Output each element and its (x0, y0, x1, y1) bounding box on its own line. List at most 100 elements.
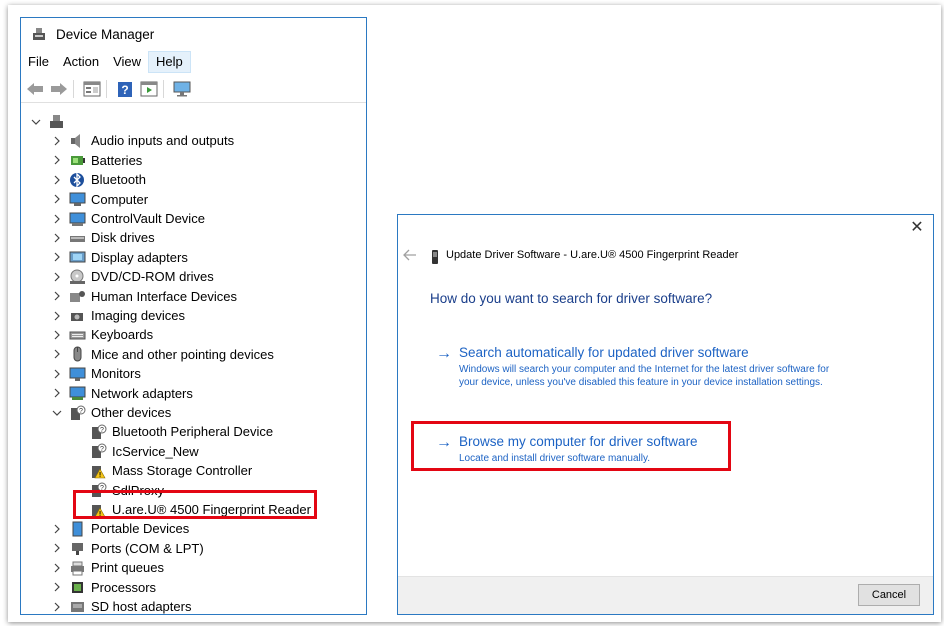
chevron-right-icon[interactable] (51, 387, 63, 399)
chevron-right-icon[interactable] (51, 523, 63, 535)
tree-item-label: Computer (91, 191, 149, 207)
toolbar-separator (163, 80, 164, 98)
unknown-device-icon: ? (69, 405, 86, 421)
unknown-device-icon: ? (90, 443, 107, 459)
sd-icon (69, 599, 86, 615)
svg-text:?: ? (100, 446, 104, 453)
tree-item-label: Audio inputs and outputs (91, 133, 235, 149)
dialog-footer: Cancel (398, 576, 933, 614)
tree-item[interactable]: Mice and other pointing devices (51, 345, 274, 364)
tree-item-label: ControlVault Device (91, 211, 205, 226)
chevron-right-icon[interactable] (51, 290, 63, 302)
chevron-down-icon[interactable] (51, 407, 63, 419)
title-bar: Device Manager (21, 18, 366, 50)
svg-text:?: ? (100, 427, 104, 434)
close-icon[interactable]: ✕ (909, 220, 925, 236)
menu-help[interactable]: Help (148, 51, 191, 73)
tree-item[interactable]: Display adapters (51, 248, 188, 267)
tree-item[interactable]: ? IcService_New (72, 442, 199, 461)
camera-icon (69, 308, 86, 324)
tree-item-label: Network adapters (91, 385, 193, 401)
chevron-right-icon[interactable] (51, 368, 63, 380)
tree-item-label: DVD/CD-ROM drives (91, 269, 214, 285)
chevron-right-icon[interactable] (51, 193, 63, 205)
monitor-icon[interactable] (172, 80, 192, 98)
tree-item[interactable]: Mass Storage Controller (72, 461, 252, 480)
computer-root-icon (48, 114, 65, 130)
toolbar-separator (106, 80, 107, 98)
chevron-right-icon[interactable] (51, 174, 63, 186)
cancel-button[interactable]: Cancel (858, 584, 920, 606)
back-icon[interactable] (25, 80, 45, 98)
option-title[interactable]: Search automatically for updated driver … (459, 345, 749, 360)
tree-item[interactable]: Computer (51, 190, 148, 209)
tree-item-label: Ports (COM & LPT) (91, 540, 204, 556)
help-icon[interactable]: ? (115, 80, 135, 98)
tree-item-label: Processors (91, 579, 157, 595)
device-manager-icon (31, 26, 47, 42)
menu-bar: File Action View Help (21, 51, 191, 73)
chevron-right-icon[interactable] (51, 348, 63, 360)
battery-icon (69, 152, 86, 168)
tree-item-label: Mass Storage Controller (112, 463, 253, 479)
chevron-right-icon[interactable] (51, 329, 63, 341)
chevron-right-icon[interactable] (51, 251, 63, 263)
chevron-right-icon[interactable] (51, 562, 63, 574)
tree-item[interactable]: Portable Devices (51, 519, 189, 538)
tree-item-label: Other devices (91, 405, 172, 420)
tree-item[interactable]: Bluetooth (51, 170, 146, 189)
tree-item[interactable]: Ports (COM & LPT) (51, 539, 204, 558)
tree-item[interactable]: Network adapters (51, 384, 193, 403)
tree-item[interactable]: Print queues (51, 558, 164, 577)
dialog-question: How do you want to search for driver sof… (430, 291, 713, 306)
tree-item[interactable]: DVD/CD-ROM drives (51, 267, 214, 286)
tree-item[interactable]: ? Bluetooth Peripheral Device (72, 422, 273, 441)
chevron-right-icon[interactable] (51, 232, 63, 244)
tree-item[interactable]: Human Interface Devices (51, 287, 237, 306)
tree-item[interactable]: Audio inputs and outputs (51, 131, 234, 150)
chevron-right-icon[interactable] (51, 310, 63, 322)
chevron-right-icon[interactable] (51, 581, 63, 593)
chevron-right-icon[interactable] (51, 601, 63, 613)
menu-action[interactable]: Action (56, 51, 106, 73)
device-manager-window: Device Manager File Action View Help ? A… (20, 17, 367, 615)
tree-item-label: SD host adapters (91, 599, 192, 614)
tree-item-label: Display adapters (91, 249, 188, 265)
tree-item[interactable]: Imaging devices (51, 306, 185, 325)
forward-icon[interactable] (49, 80, 69, 98)
menu-file[interactable]: File (21, 51, 56, 73)
monitor-icon (69, 366, 86, 382)
tree-item[interactable]: ? Other devices (51, 403, 171, 422)
properties-icon[interactable] (82, 80, 102, 98)
tree-item-label: Bluetooth Peripheral Device (112, 424, 274, 440)
run-icon[interactable] (139, 80, 159, 98)
tree-item[interactable]: Batteries (51, 151, 142, 170)
chevron-down-icon[interactable] (30, 116, 42, 128)
port-icon (69, 540, 86, 556)
chevron-right-icon[interactable] (51, 213, 63, 225)
tree-item[interactable]: Monitors (51, 364, 141, 383)
tree-item[interactable]: ControlVault Device (51, 209, 205, 228)
chevron-right-icon[interactable] (51, 542, 63, 554)
tree-item[interactable]: SD host adapters (51, 597, 192, 615)
menu-view[interactable]: View (106, 51, 148, 73)
tree-item-label: Imaging devices (91, 308, 185, 323)
tree-item[interactable]: Processors (51, 578, 156, 597)
back-arrow-icon[interactable] (403, 248, 419, 262)
tree-item-label: Bluetooth (91, 172, 146, 188)
tree-item-label: Batteries (91, 152, 143, 168)
chevron-right-icon[interactable] (51, 154, 63, 166)
tree-item-label: Monitors (91, 366, 141, 382)
tree-item[interactable]: Disk drives (51, 228, 155, 247)
tree-item[interactable] (30, 112, 70, 131)
tree-item-label: Disk drives (91, 230, 155, 246)
chevron-right-icon[interactable] (51, 135, 63, 147)
tree-item[interactable]: Keyboards (51, 325, 153, 344)
mouse-icon (69, 346, 86, 362)
chevron-right-icon[interactable] (51, 271, 63, 283)
display-adapter-icon (69, 249, 86, 265)
toolbar: ? (21, 76, 366, 103)
